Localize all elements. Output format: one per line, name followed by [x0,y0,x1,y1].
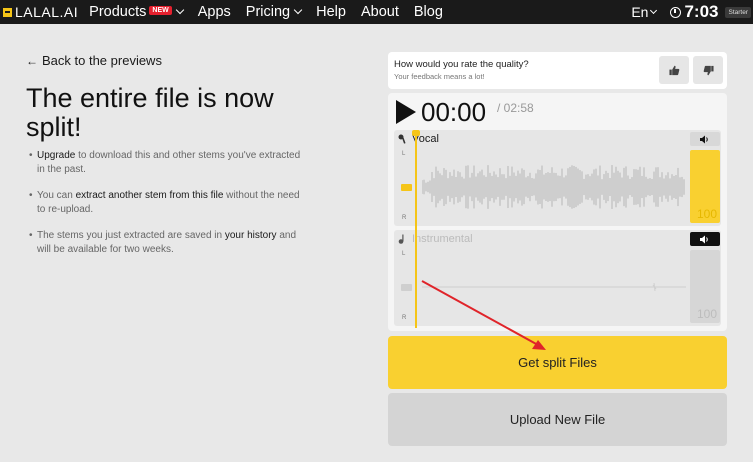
pan-knob[interactable] [401,284,412,291]
logo-text: LALAL.AI [15,4,79,20]
logo[interactable]: LALAL.AI [3,4,78,20]
volume-value: 100 [696,207,717,221]
get-split-files-button[interactable]: Get split Files [388,336,727,389]
track-vocal[interactable]: Vocal L R 100 [394,130,721,226]
nav-about[interactable]: About [361,4,399,20]
nav-help-label: Help [316,4,346,20]
nav-products-label: Products [89,4,147,20]
back-link-label: Back to the previews [42,53,162,68]
bullet-text: You can [37,190,76,201]
thumbs-down-icon [703,65,714,75]
top-navigation-bar: LALAL.AI Products NEW Apps Pricing Help … [0,0,753,24]
channel-left-label: L [402,251,406,257]
track-name: Instrumental [412,233,473,245]
upload-new-file-button[interactable]: Upload New File [388,393,727,446]
upgrade-link[interactable]: Upgrade [37,150,75,161]
clock-icon [670,6,682,18]
volume-slider[interactable]: 100 [690,250,720,323]
current-time: 00:00 [421,97,487,127]
volume-value: 100 [696,307,717,321]
list-item: The stems you just extracted are saved i… [29,229,309,257]
mute-button[interactable] [690,132,720,146]
main-nav: Products NEW Apps Pricing Help About Blo… [89,4,458,20]
play-icon[interactable] [396,100,416,124]
track-instrumental[interactable]: Instrumental L R 100 [394,230,721,326]
rating-question: How would you rate the quality? [394,59,529,70]
total-time: / 02:58 [497,101,534,115]
thumbs-up-icon [668,65,679,75]
logo-icon [3,7,12,17]
music-note-icon [398,234,404,244]
audio-player: 00:00 / 02:58 Vocal L R 100 Instrumental… [388,93,727,331]
plan-badge[interactable]: Starter [725,6,751,18]
language-selector[interactable]: En [631,4,658,20]
nav-apps[interactable]: Apps [198,4,231,20]
instrumental-waveform[interactable] [422,250,686,322]
header-right: En 7:03 Starter [631,0,753,24]
nav-apps-label: Apps [197,4,231,20]
arrow-left-icon: ← [26,53,38,68]
pan-knob[interactable] [401,184,412,191]
nav-about-label: About [360,4,399,20]
speaker-icon [700,135,708,143]
nav-products[interactable]: Products NEW [89,4,184,20]
extract-another-stem-link[interactable]: extract another stem from this file [76,190,224,201]
quality-rating-panel: How would you rate the quality? Your fee… [388,52,727,89]
bullet-text: The stems you just extracted are saved i… [37,230,225,241]
nav-help[interactable]: Help [316,4,346,20]
chevron-down-icon [293,5,303,15]
vocal-waveform[interactable] [422,150,686,222]
nav-pricing-label: Pricing [245,4,291,20]
rating-subtitle: Your feedback means a lot! [394,72,485,81]
microphone-icon [398,134,406,144]
channel-right-label: R [402,215,407,221]
chevron-down-icon [175,5,184,15]
speaker-icon [700,235,708,243]
back-to-previews-link[interactable]: ← Back to the previews [26,53,162,68]
nav-pricing[interactable]: Pricing [245,4,303,20]
chevron-down-icon [650,6,658,14]
channel-left-label: L [402,151,406,157]
playhead[interactable] [415,131,417,328]
minutes-left[interactable]: 7:03 [684,2,718,22]
new-badge: NEW [149,5,172,15]
mute-button[interactable] [690,232,720,246]
nav-blog-label: Blog [413,4,443,20]
thumbs-up-button[interactable] [659,56,689,84]
page-title: The entire file is now split! [26,83,274,142]
info-list: Upgrade to download this and other stems… [29,149,309,269]
language-label: En [631,4,649,20]
bullet-text: to download this and other stems you've … [37,150,301,175]
thumbs-down-button[interactable] [693,56,723,84]
channel-right-label: R [402,315,407,321]
list-item: Upgrade to download this and other stems… [29,149,309,177]
history-link[interactable]: your history [225,230,277,241]
nav-blog[interactable]: Blog [414,4,443,20]
list-item: You can extract another stem from this f… [29,189,309,217]
volume-slider[interactable]: 100 [690,150,720,223]
